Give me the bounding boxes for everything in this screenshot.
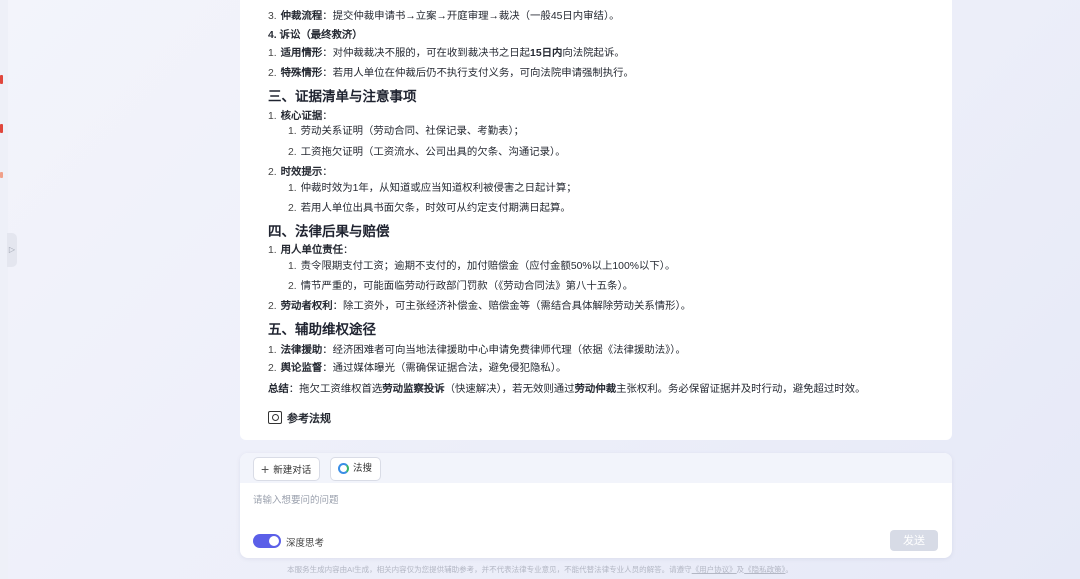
- list-item: 1. 核心证据：: [268, 110, 333, 124]
- item-title: 劳动者权利: [280, 301, 333, 312]
- law-search-button[interactable]: 法搜: [330, 457, 382, 481]
- section-heading: 五、辅助维权途径: [268, 322, 376, 337]
- list-item: 1. 用人单位责任：: [268, 244, 353, 258]
- item-text: 向法院起诉。: [562, 48, 625, 59]
- list-item: 2. 特殊情形：若用人单位在仲裁后仍不执行支付义务，可向法院申请强制执行。: [268, 67, 634, 81]
- item-text: ：: [322, 111, 333, 122]
- chevron-right-icon: ▷: [8, 245, 16, 254]
- list-item: 2. 若用人单位出具书面欠条，时效可从约定支付期满日起算。: [288, 202, 571, 216]
- chat-composer: + 新建对话 法搜 请输入想要问的问题 深度思考 发送: [240, 453, 952, 558]
- section-heading: 三、证据清单与注意事项: [268, 89, 417, 104]
- notification-mark: [0, 172, 3, 178]
- list-item: 2. 时效提示：: [268, 166, 333, 180]
- item-emphasis: 15日内: [530, 48, 563, 59]
- deep-think-label: 深度思考: [286, 538, 325, 549]
- notification-mark: [0, 124, 3, 133]
- list-item: 2. 工资拖欠证明（工资流水、公司出具的欠条、沟通记录）。: [288, 146, 566, 160]
- list-number: 2.: [268, 301, 277, 312]
- list-number: 3.: [268, 11, 277, 22]
- list-number: 2.: [288, 147, 297, 158]
- summary-paragraph: 总结：拖欠工资维权首选劳动监察投诉（快速解决），若无效则通过劳动仲裁主张权利。务…: [268, 383, 865, 397]
- list-item: 3. 仲裁流程：提交仲裁申请书→立案→开庭审理→裁决（一般45日内审结）。: [268, 10, 620, 24]
- new-chat-button[interactable]: + 新建对话: [253, 457, 321, 481]
- list-number: 1.: [288, 183, 297, 194]
- list-number: 2.: [268, 167, 277, 178]
- disclaimer-end: 。: [785, 565, 793, 574]
- list-item: 1. 劳动关系证明（劳动合同、社保记录、考勤表）；: [288, 125, 524, 139]
- list-number: 2.: [268, 363, 277, 374]
- summary-label: 总结: [268, 384, 289, 395]
- item-text: ：若用人单位在仲裁后仍不执行支付义务，可向法院申请强制执行。: [322, 68, 634, 79]
- send-button[interactable]: 发送: [890, 530, 938, 551]
- answer-card: 3. 仲裁流程：提交仲裁申请书→立案→开庭审理→裁决（一般45日内审结）。 4. 诉…: [240, 0, 952, 440]
- reference-label: 参考法规: [287, 413, 331, 425]
- list-item: 1. 责令限期支付工资；逾期不支付的，加付赔偿金（应付金额50%以上100%以下）…: [288, 260, 675, 274]
- item-title: 核心证据: [280, 111, 323, 122]
- item-text: ：经济困难者可向当地法律援助中心申请免费律师代理（依据《法律援助法》）。: [322, 345, 686, 356]
- item-text: ：: [343, 245, 354, 256]
- list-number: 1.: [288, 261, 297, 272]
- item-text: ：: [322, 167, 333, 178]
- reference-icon: [268, 411, 282, 424]
- item-title: 法律援助: [280, 345, 323, 356]
- list-item: 2. 舆论监督：通过媒体曝光（需确保证据合法，避免侵犯隐私）。: [268, 362, 566, 376]
- item-text: ：通过媒体曝光（需确保证据合法，避免侵犯隐私）。: [322, 363, 567, 374]
- list-number: 2.: [268, 68, 277, 79]
- list-number: 1.: [288, 126, 297, 137]
- item-title: 特殊情形: [280, 68, 323, 79]
- list-item: 2. 情节严重的，可能面临劳动行政部门罚款（《劳动合同法》第八十五条）。: [288, 280, 633, 294]
- list-item: 2. 劳动者权利：除工资外，可主张经济补偿金、赔偿金等（需结合具体解除劳动关系情形…: [268, 300, 691, 314]
- notification-mark: [0, 75, 3, 84]
- item-text: ：提交仲裁申请书→立案→开庭审理→裁决（一般45日内审结）。: [322, 11, 620, 22]
- item-text: 仲裁时效为1年，从知道或应当知道权利被侵害之日起计算；: [300, 183, 577, 194]
- list-number: 1.: [268, 245, 277, 256]
- item-title: 仲裁流程: [280, 11, 323, 22]
- question-input[interactable]: 请输入想要问的问题: [253, 492, 339, 506]
- item-title: 舆论监督: [280, 363, 323, 374]
- subsection-title: 4. 诉讼（最终救济）: [268, 30, 363, 41]
- sidebar-expand-handle[interactable]: ▷: [7, 233, 17, 267]
- list-number: 1.: [268, 48, 277, 59]
- summary-text: ：拖欠工资维权首选: [288, 384, 383, 395]
- list-number: 2.: [288, 203, 297, 214]
- list-number: 1.: [268, 345, 277, 356]
- item-title: 用人单位责任: [280, 245, 344, 256]
- disclaimer-text: 本服务生成内容由AI生成，相关内容仅为您提供辅助参考，并不代表法律专业意见，不能…: [287, 565, 692, 574]
- item-text: 劳动关系证明（劳动合同、社保记录、考勤表）；: [300, 126, 525, 137]
- item-text: 若用人单位出具书面欠条，时效可从约定支付期满日起算。: [300, 203, 571, 214]
- summary-text: 主张权利。务必保留证据并及时行动，避免超过时效。: [616, 384, 866, 395]
- list-item: 1. 仲裁时效为1年，从知道或应当知道权利被侵害之日起计算；: [288, 182, 577, 196]
- disclaimer-footer: 本服务生成内容由AI生成，相关内容仅为您提供辅助参考，并不代表法律专业意见，不能…: [0, 564, 1080, 575]
- item-text: 责令限期支付工资；逾期不支付的，加付赔偿金（应付金额50%以上100%以下）。: [300, 261, 676, 272]
- user-agreement-link[interactable]: 《用户协议》: [692, 565, 737, 574]
- deep-think-toggle[interactable]: [253, 534, 281, 548]
- item-text: 情节严重的，可能面临劳动行政部门罚款（《劳动合同法》第八十五条）。: [300, 281, 634, 292]
- law-search-icon: [338, 463, 349, 474]
- list-item: 1. 适用情形：对仲裁裁决不服的，可在收到裁决书之日起15日内向法院起诉。: [268, 47, 625, 61]
- item-text: ：除工资外，可主张经济补偿金、赔偿金等（需结合具体解除劳动关系情形）。: [332, 301, 692, 312]
- summary-text: （快速解决），若无效则通过: [444, 384, 575, 395]
- item-text: 工资拖欠证明（工资流水、公司出具的欠条、沟通记录）。: [300, 147, 566, 158]
- left-sidebar-strip: [0, 0, 8, 579]
- list-number: 1.: [268, 111, 277, 122]
- list-number: 2.: [288, 281, 297, 292]
- toggle-knob: [269, 536, 279, 546]
- item-title: 时效提示: [280, 167, 323, 178]
- list-item: 1. 法律援助：经济困难者可向当地法律援助中心申请免费律师代理（依据《法律援助法》…: [268, 344, 686, 358]
- summary-emphasis: 劳动监察投诉: [382, 384, 445, 395]
- item-text: ：对仲裁裁决不服的，可在收到裁决书之日起: [322, 48, 531, 59]
- new-chat-label: 新建对话: [273, 465, 312, 476]
- law-search-label: 法搜: [353, 463, 373, 474]
- privacy-policy-link[interactable]: 《隐私政策》: [744, 565, 785, 574]
- reference-link[interactable]: 参考法规: [268, 411, 331, 426]
- plus-icon: +: [261, 461, 270, 477]
- summary-emphasis: 劳动仲裁: [574, 384, 617, 395]
- section-heading: 四、法律后果与赔偿: [268, 224, 390, 239]
- item-title: 适用情形: [280, 48, 323, 59]
